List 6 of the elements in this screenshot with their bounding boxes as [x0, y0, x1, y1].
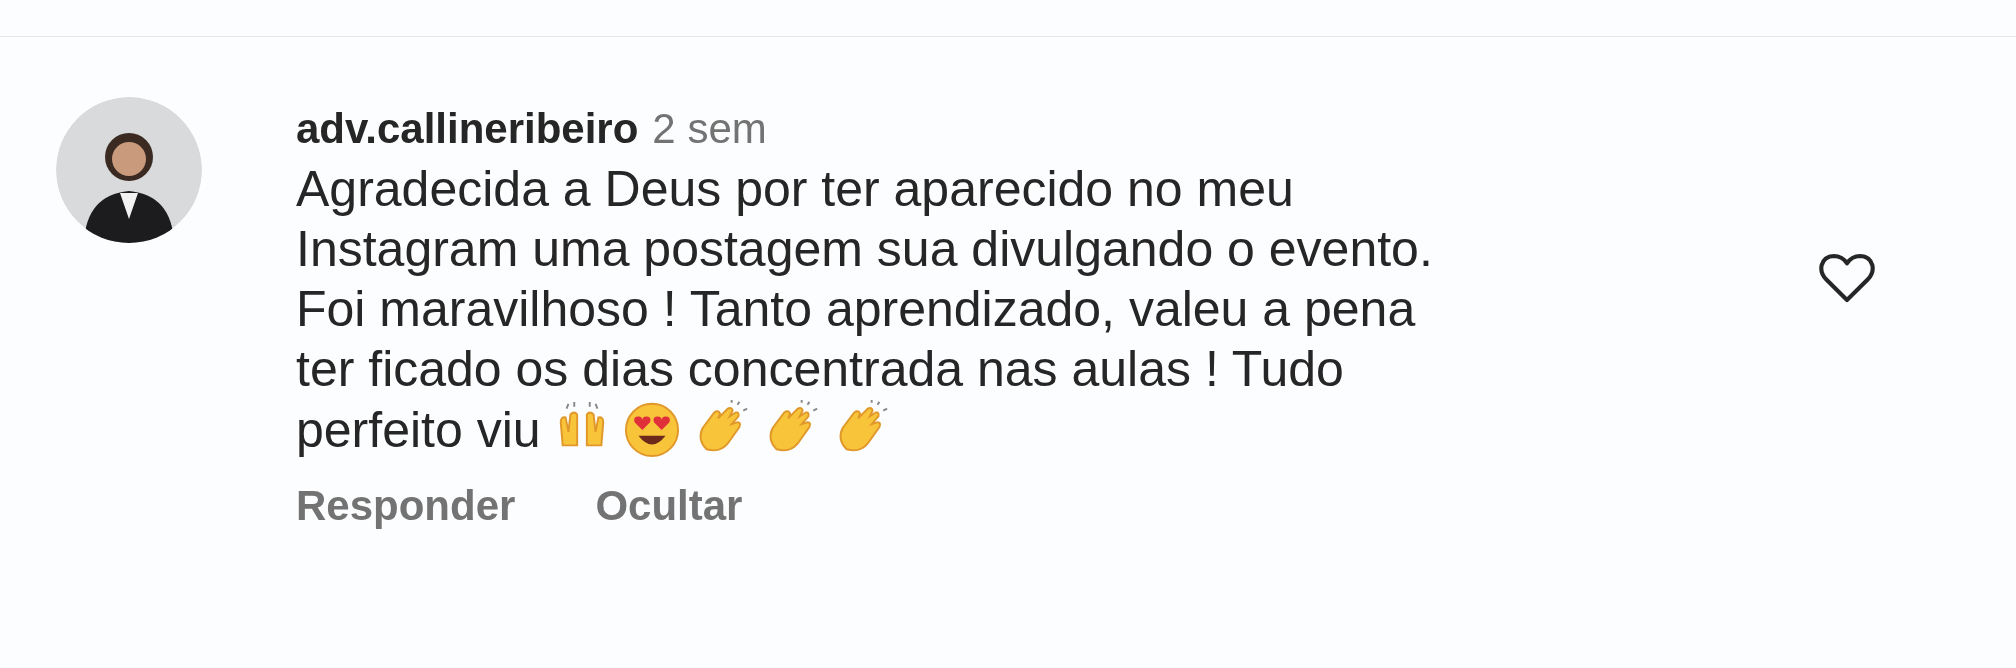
comment-text: Agradecida a Deus por ter aparecido no meu Instagram uma postagem sua divulgando o evento. Foi maravilhoso ! Tanto aprendizado, valeu a pena ter ficado os dias concentrada nas aulas ! Tudo perfeito viu — [296, 160, 1434, 460]
timestamp: 2 sem — [652, 105, 767, 153]
avatar[interactable] — [56, 97, 202, 243]
action-link[interactable]: Ocultar — [595, 482, 743, 530]
action-link[interactable]: Responder — [296, 482, 516, 530]
username[interactable]: adv.callineribeiro — [296, 105, 639, 153]
